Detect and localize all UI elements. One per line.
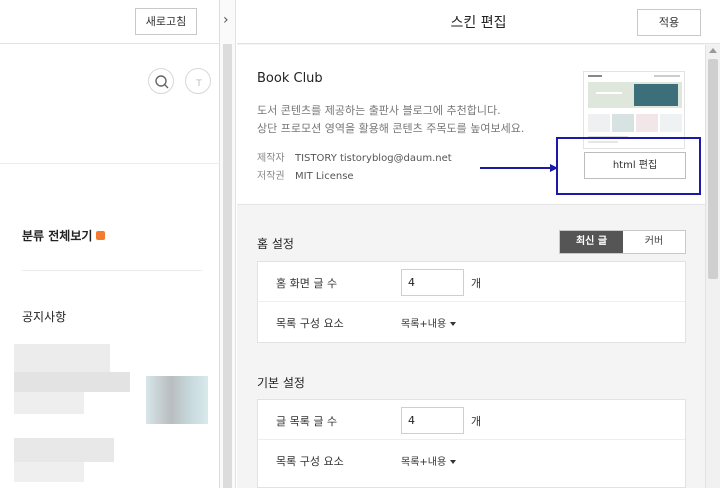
chevron-right-icon[interactable]: › <box>223 12 229 28</box>
blurred-content <box>14 344 110 372</box>
blurred-content <box>14 392 84 414</box>
basic-settings-panel: 글 목록 글 수 4 개 목록 구성 요소 목록+내용 <box>257 399 686 488</box>
basic-post-count-input[interactable]: 4 <box>401 407 464 434</box>
basic-list-compose-label: 목록 구성 요소 <box>276 455 344 468</box>
home-post-count-row: 홈 화면 글 수 4 개 <box>258 262 685 302</box>
skin-description-line: 도서 콘텐츠를 제공하는 출판사 블로그에 추천합니다. <box>257 104 501 117</box>
scroll-up-icon[interactable] <box>709 48 717 53</box>
editor-header: 스킨 편집 적용 <box>237 0 720 44</box>
basic-list-compose-row: 목록 구성 요소 목록+내용 <box>258 440 685 480</box>
basic-post-count-unit: 개 <box>471 415 482 428</box>
highlight-annotation-box <box>556 137 701 195</box>
license-value: MIT License <box>295 171 354 182</box>
home-mode-toggle: 최신 글 커버 <box>559 230 686 254</box>
skin-editor-pane: 스킨 편집 적용 Book Club 도서 콘텐츠를 제공하는 출판사 블로그에… <box>237 0 720 488</box>
preview-toolbar: 새로고침 <box>0 0 220 44</box>
skin-maker: 제작자 TISTORY tistoryblog@daum.net <box>257 149 452 164</box>
home-list-compose-label: 목록 구성 요소 <box>276 317 344 330</box>
svg-text:T: T <box>195 79 202 89</box>
home-settings-panel: 홈 화면 글 수 4 개 목록 구성 요소 목록+내용 <box>257 261 686 343</box>
home-settings-title: 홈 설정 <box>257 237 294 251</box>
scrollbar[interactable] <box>705 45 720 488</box>
home-post-count-input[interactable]: 4 <box>401 269 464 296</box>
caret-down-icon <box>450 460 457 464</box>
blog-preview-pane: 새로고침 T 분류 전체보기 공지사항 <box>0 0 220 488</box>
home-list-compose-select[interactable]: 목록+내용 <box>401 315 457 330</box>
home-list-compose-row: 목록 구성 요소 목록+내용 <box>258 302 685 342</box>
skin-info-card: Book Club 도서 콘텐츠를 제공하는 출판사 블로그에 추천합니다. 상… <box>237 45 705 205</box>
tab-latest-posts[interactable]: 최신 글 <box>560 231 623 253</box>
maker-value: TISTORY tistoryblog@daum.net <box>295 153 452 164</box>
blurred-content <box>14 462 84 482</box>
blurred-content <box>14 372 130 392</box>
basic-settings-title: 기본 설정 <box>257 376 305 390</box>
search-icon[interactable] <box>148 68 174 94</box>
arrow-right-icon <box>480 164 558 172</box>
blurred-content <box>14 438 114 462</box>
refresh-button[interactable]: 새로고침 <box>135 8 197 35</box>
home-list-compose-value: 목록+내용 <box>401 319 447 330</box>
basic-post-count-row: 글 목록 글 수 4 개 <box>258 400 685 440</box>
basic-list-compose-select[interactable]: 목록+내용 <box>401 453 457 468</box>
home-post-count-label: 홈 화면 글 수 <box>276 277 338 290</box>
category-all-link[interactable]: 분류 전체보기 <box>22 227 106 244</box>
tab-cover[interactable]: 커버 <box>623 231 685 253</box>
basic-post-count-label: 글 목록 글 수 <box>276 415 338 428</box>
basic-list-compose-value: 목록+내용 <box>401 457 447 468</box>
scrollbar-thumb[interactable] <box>708 59 718 279</box>
home-post-count-unit: 개 <box>471 277 482 290</box>
divider <box>22 270 202 271</box>
skin-license: 저작권 MIT License <box>257 167 354 182</box>
maker-key: 제작자 <box>257 153 285 164</box>
apply-button[interactable]: 적용 <box>637 9 701 36</box>
skin-description: 도서 콘텐츠를 제공하는 출판사 블로그에 추천합니다. 상단 프로모션 영역을… <box>257 102 524 138</box>
profile-icon[interactable]: T <box>185 68 211 94</box>
notice-heading: 공지사항 <box>22 310 67 324</box>
skin-name: Book Club <box>257 71 323 86</box>
scrollbar[interactable] <box>223 44 232 488</box>
caret-down-icon <box>450 322 457 326</box>
license-key: 저작권 <box>257 171 285 182</box>
new-badge-icon <box>96 231 106 240</box>
category-all-label: 분류 전체보기 <box>22 229 93 243</box>
blurred-thumbnail <box>146 376 208 424</box>
skin-description-line: 상단 프로모션 영역을 활용해 콘텐츠 주목도를 높여보세요. <box>257 122 525 135</box>
divider <box>0 163 220 164</box>
pane-splitter[interactable]: › <box>220 0 236 488</box>
